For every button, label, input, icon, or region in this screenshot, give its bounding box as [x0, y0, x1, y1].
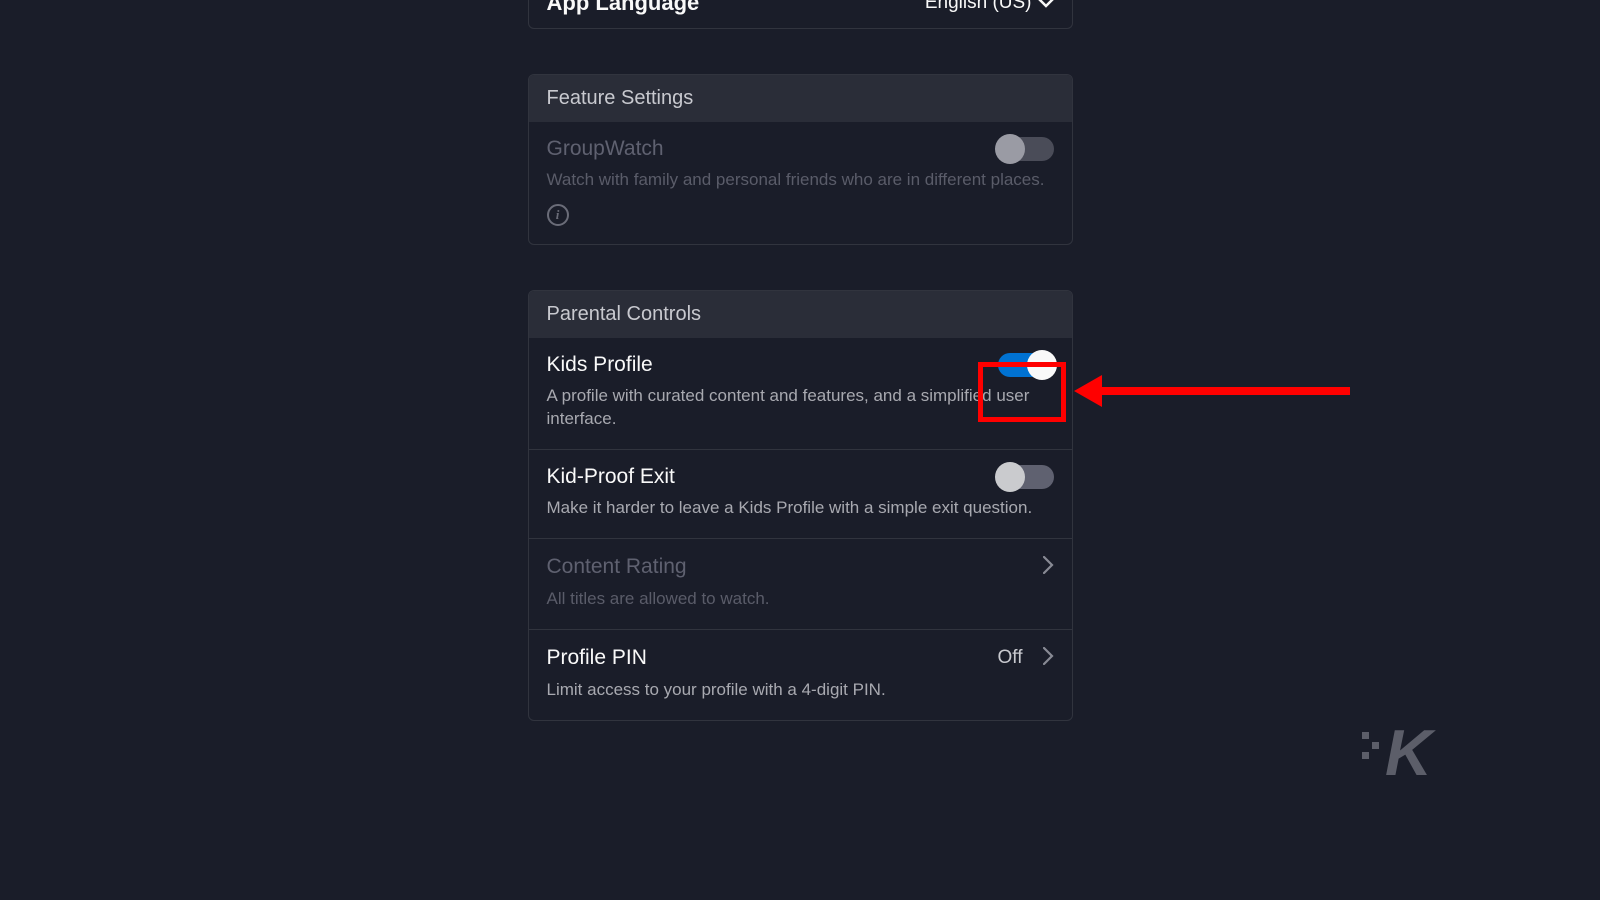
app-language-value: English (US) — [925, 0, 1054, 14]
toggle-knob — [1027, 350, 1057, 380]
kids-profile-desc: A profile with curated content and featu… — [547, 385, 1054, 431]
arrow-head-icon — [1074, 375, 1102, 407]
profile-pin-title: Profile PIN — [547, 646, 647, 670]
profile-pin-desc: Limit access to your profile with a 4-di… — [547, 679, 1054, 702]
feature-settings-header: Feature Settings — [529, 75, 1072, 122]
watermark-logo: K — [1362, 727, 1430, 780]
profile-pin-value: Off — [998, 647, 1023, 669]
kids-profile-row: Kids Profile A profile with curated cont… — [529, 338, 1072, 450]
parental-controls-card: Parental Controls Kids Profile A profile… — [528, 290, 1073, 721]
profile-pin-row[interactable]: Profile PIN Off Limit access to your pro… — [529, 630, 1072, 720]
groupwatch-title: GroupWatch — [547, 137, 664, 161]
content-rating-title: Content Rating — [547, 555, 687, 579]
chevron-right-icon — [1043, 645, 1054, 671]
info-icon[interactable]: i — [547, 204, 569, 226]
chevron-down-icon — [1038, 0, 1054, 11]
content-rating-row[interactable]: Content Rating All titles are allowed to… — [529, 539, 1072, 630]
app-language-card: App Language English (US) — [528, 0, 1073, 29]
toggle-knob — [995, 134, 1025, 164]
app-language-label: App Language — [547, 0, 700, 16]
kid-proof-exit-row: Kid-Proof Exit Make it harder to leave a… — [529, 450, 1072, 539]
feature-settings-card: Feature Settings GroupWatch Watch with f… — [528, 74, 1073, 245]
toggle-knob — [995, 462, 1025, 492]
kid-proof-exit-toggle[interactable] — [998, 465, 1054, 489]
parental-controls-header: Parental Controls — [529, 291, 1072, 338]
kids-profile-toggle[interactable] — [998, 353, 1054, 377]
groupwatch-row: GroupWatch Watch with family and persona… — [529, 122, 1072, 244]
chevron-right-icon — [1043, 554, 1054, 580]
arrow-line — [1100, 387, 1350, 395]
app-language-value-text: English (US) — [925, 0, 1032, 14]
annotation-arrow — [1100, 387, 1350, 395]
app-language-row[interactable]: App Language English (US) — [529, 0, 1072, 28]
groupwatch-toggle[interactable] — [998, 137, 1054, 161]
groupwatch-desc: Watch with family and personal friends w… — [547, 169, 1054, 192]
content-rating-desc: All titles are allowed to watch. — [547, 588, 1054, 611]
kid-proof-exit-desc: Make it harder to leave a Kids Profile w… — [547, 497, 1054, 520]
kids-profile-title: Kids Profile — [547, 353, 653, 377]
kid-proof-exit-title: Kid-Proof Exit — [547, 465, 675, 489]
